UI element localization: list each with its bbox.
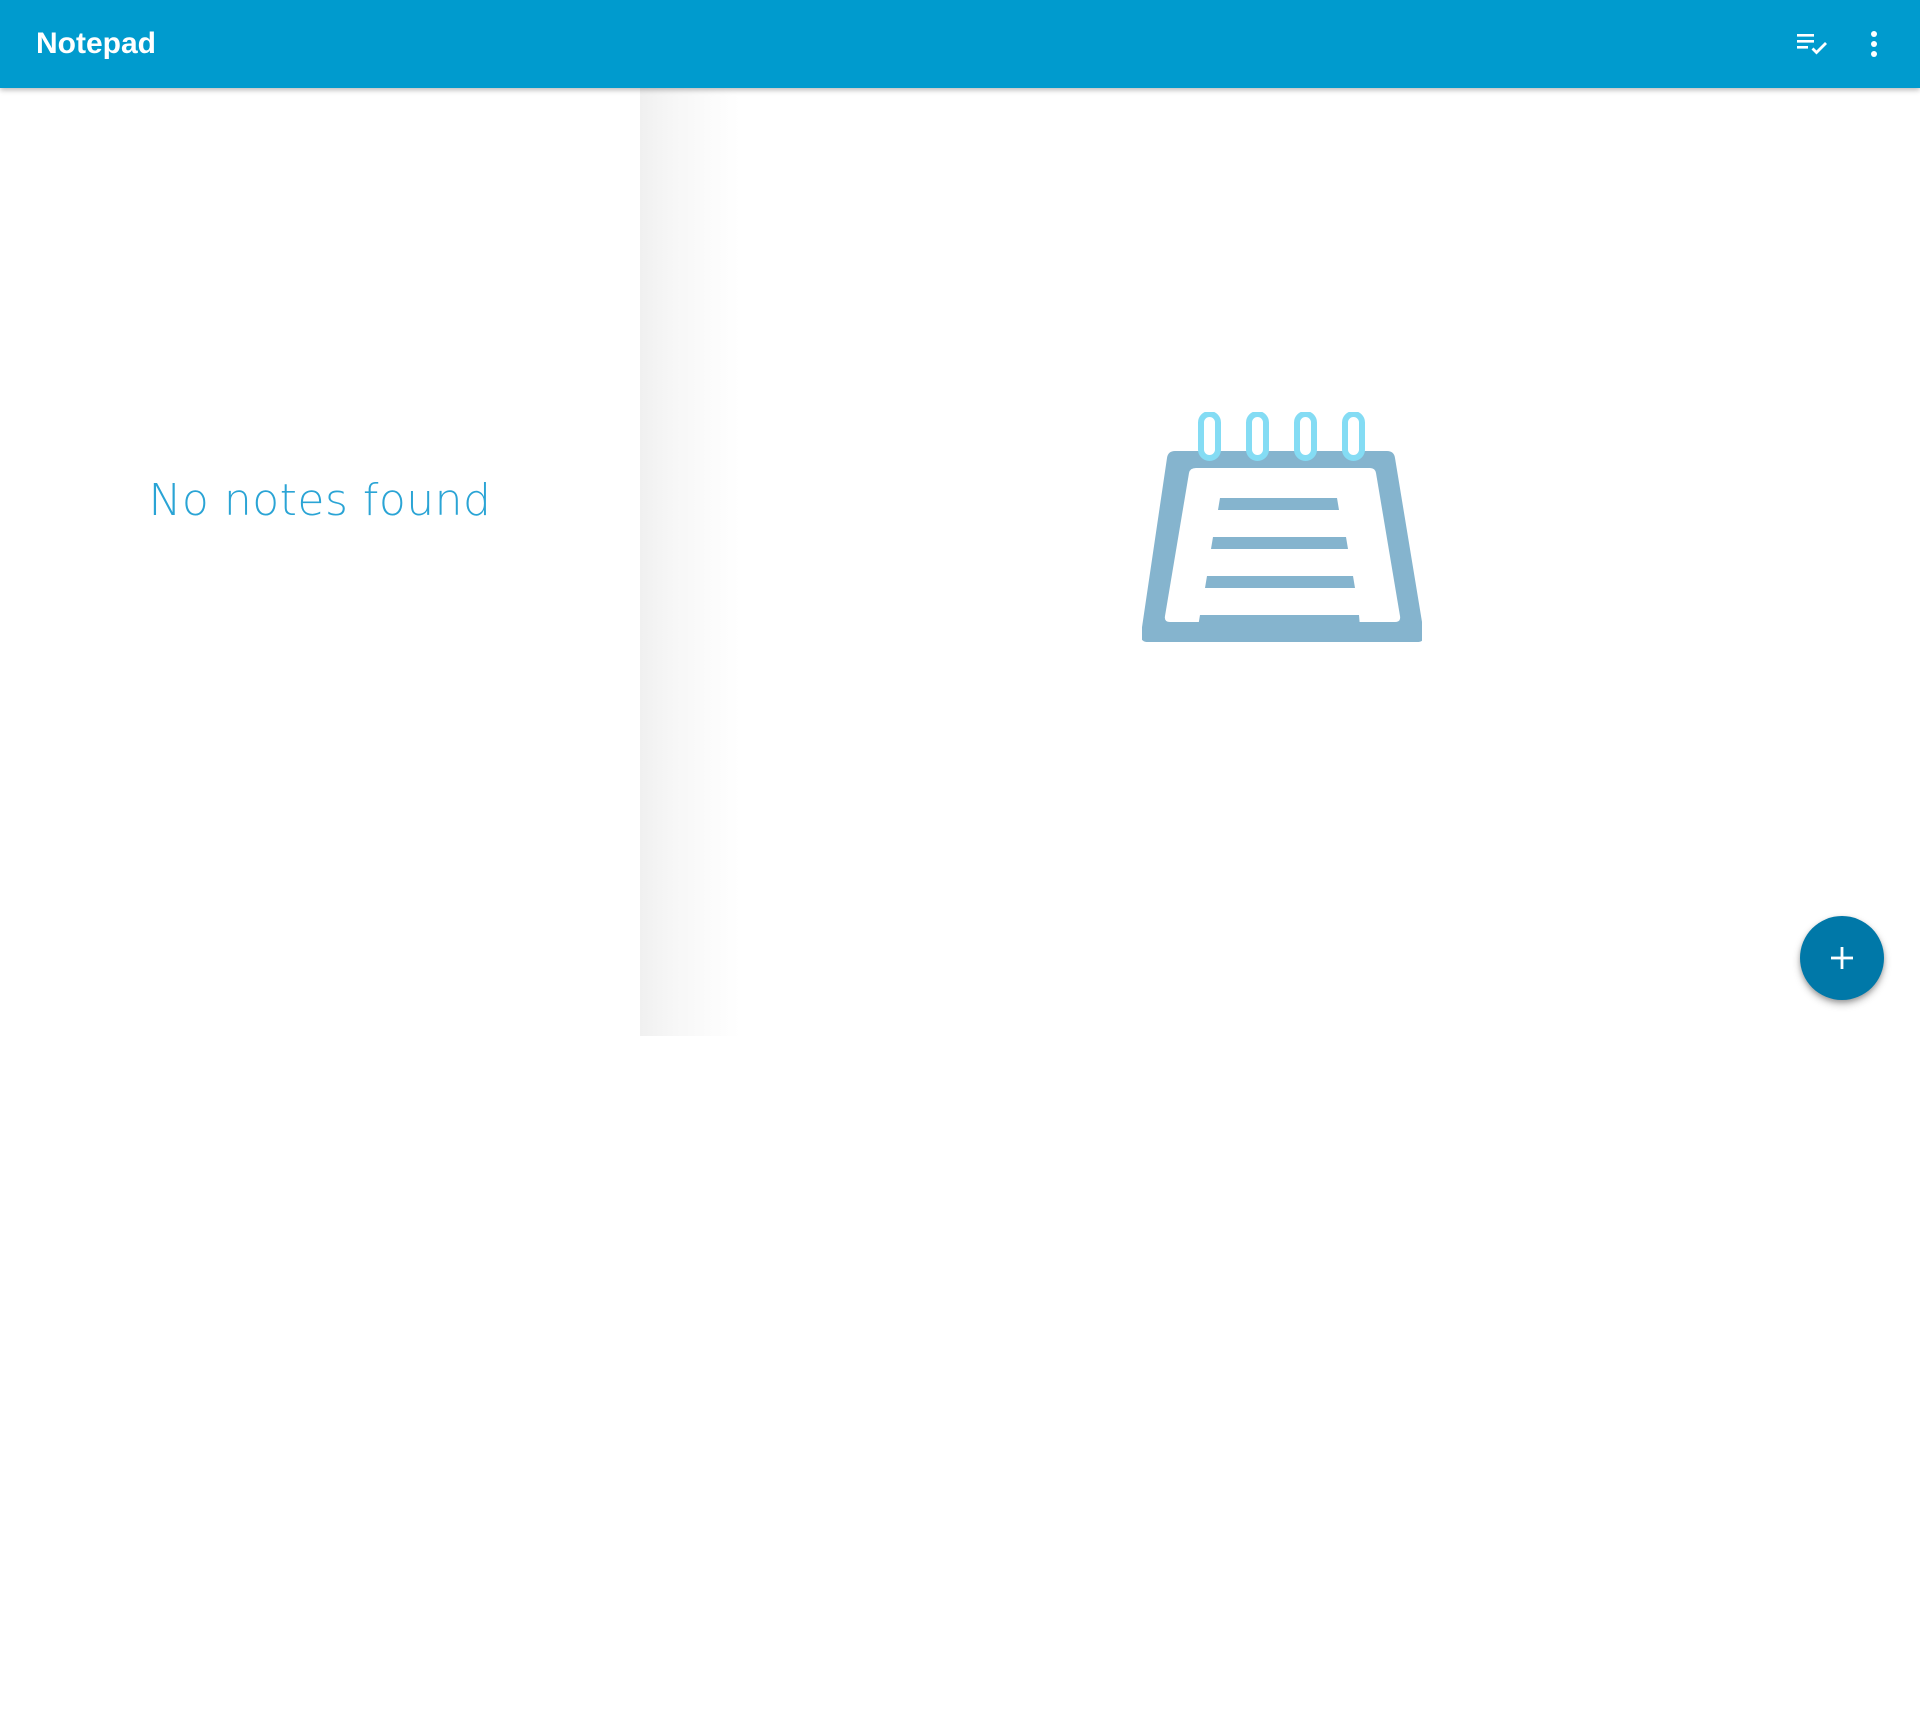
note-list-pane: No notes found [0,88,640,1036]
new-note-button[interactable] [1800,916,1884,1000]
more-vert-icon [1871,31,1877,57]
select-notes-button[interactable] [1784,16,1840,72]
notepad-icon [1142,412,1422,642]
app-title: Notepad [36,27,156,60]
playlist-check-icon [1797,34,1827,55]
more-options-button[interactable] [1846,16,1902,72]
note-detail-pane [640,88,1920,1036]
plus-icon [1831,947,1853,969]
app-bar: Notepad [0,0,1920,88]
empty-list-message: No notes found [148,475,492,526]
